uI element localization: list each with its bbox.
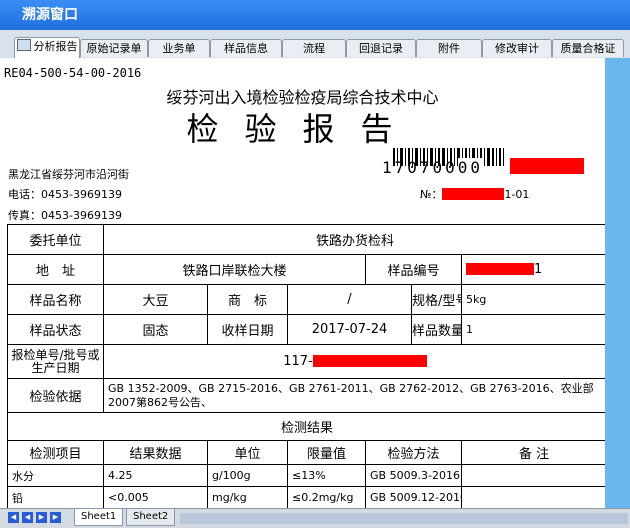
- report-title: 检验报告: [186, 110, 419, 148]
- tab-rollback-records[interactable]: 回退记录: [346, 39, 416, 57]
- sheet-bar: ◀ ◀ ▶ ▶ Sheet1 Sheet2: [0, 508, 630, 528]
- prev-sheet-button[interactable]: ◀: [22, 512, 33, 523]
- report-code: RE04-500-54-00-2016: [4, 66, 142, 80]
- results-header: 检测结果: [6, 412, 605, 441]
- tab-business-form[interactable]: 业务单: [148, 39, 210, 57]
- tab-modify-audit[interactable]: 修改审计: [482, 39, 552, 57]
- tab-bar: 分析报告 原始记录单 业务单 样品信息 流程 回退记录 附件 修改审计 质量合格…: [0, 30, 630, 59]
- column-header: 限量值: [287, 440, 366, 465]
- side-panel: [605, 58, 630, 508]
- redaction-inspection-no: [312, 355, 427, 367]
- table-row: 样品名称 大豆 商 标 / 规格/型号 5kg: [7, 284, 605, 315]
- table-row: 铅 <0.005 mg/kg ≤0.2mg/kg GB 5009.12-2010: [7, 486, 605, 508]
- sample-qty-value: 1: [460, 314, 605, 345]
- table-row: 检测结果: [6, 412, 605, 441]
- last-sheet-button[interactable]: ▶: [50, 512, 61, 523]
- report-icon: [16, 39, 31, 51]
- result-cell: g/100g: [207, 464, 288, 487]
- next-sheet-button[interactable]: ▶: [36, 512, 47, 523]
- address-label: 地 址: [7, 254, 104, 285]
- column-header: 备 注: [460, 440, 605, 465]
- result-cell: 4.25: [103, 464, 208, 487]
- column-header: 检测项目: [7, 440, 104, 465]
- result-cell: ≤13%: [287, 464, 366, 487]
- trademark-label: 商 标: [207, 284, 288, 315]
- table-row: 样品状态 固态 收样日期 2017-07-24 样品数量 1: [7, 314, 605, 345]
- column-header: 单位: [207, 440, 288, 465]
- sample-no-label: 样品编号: [365, 254, 462, 285]
- receive-date-value: 2017-07-24: [287, 314, 412, 345]
- result-cell: [460, 486, 605, 508]
- table-row: 委托单位 铁路办货检科: [7, 224, 605, 255]
- sample-name-value: 大豆: [103, 284, 208, 315]
- sample-qty-label: 样品数量: [411, 314, 462, 345]
- tab-sample-info[interactable]: 样品信息: [210, 39, 282, 57]
- report-table: 委托单位 铁路办货检科 地 址 铁路口岸联检大楼 样品编号 1 样品名称 大豆 …: [6, 224, 605, 508]
- tab-quality-certificate[interactable]: 质量合格证: [552, 39, 624, 57]
- window-title: 溯源窗口: [22, 7, 78, 23]
- client-value: 铁路办货检科: [102, 224, 605, 255]
- redaction-report-number: [442, 188, 505, 200]
- window-titlebar: 溯源窗口: [0, 0, 630, 30]
- result-cell: [460, 464, 605, 487]
- first-sheet-button[interactable]: ◀: [8, 512, 19, 523]
- tab-attachments[interactable]: 附件: [416, 39, 482, 57]
- result-cell: mg/kg: [207, 486, 288, 508]
- basis-value: GB 1352-2009、GB 2715-2016、GB 2761-2011、G…: [102, 378, 605, 413]
- tab-raw-records[interactable]: 原始记录单: [80, 39, 148, 57]
- table-row: 地 址 铁路口岸联检大楼 样品编号 1: [7, 254, 605, 285]
- inspection-no-label: 报检单号/批号或生产日期: [7, 344, 104, 379]
- tab-process[interactable]: 流程: [282, 39, 346, 57]
- result-cell: GB 5009.3-2016: [365, 464, 462, 487]
- result-cell: ≤0.2mg/kg: [287, 486, 366, 508]
- horizontal-scrollbar[interactable]: [180, 513, 628, 524]
- result-cell: <0.005: [103, 486, 208, 508]
- result-cell: 铅: [7, 486, 104, 508]
- column-header: 检验方法: [365, 440, 462, 465]
- client-label: 委托单位: [7, 224, 104, 255]
- spec-label: 规格/型号: [411, 284, 462, 315]
- sheet-tab-2[interactable]: Sheet2: [126, 509, 176, 526]
- table-row: 检验依据 GB 1352-2009、GB 2715-2016、GB 2761-2…: [7, 378, 605, 413]
- barcode-number: 17070000: [382, 158, 484, 177]
- table-row: 检测项目 结果数据 单位 限量值 检验方法 备 注: [7, 440, 605, 465]
- result-cell: 水分: [7, 464, 104, 487]
- fax-line: 传真：0453-3969139: [8, 209, 122, 222]
- sheet-tab-1[interactable]: Sheet1: [74, 509, 124, 526]
- sample-state-value: 固态: [103, 314, 208, 345]
- basis-label: 检验依据: [7, 378, 104, 413]
- tab-analysis-report[interactable]: 分析报告: [14, 37, 80, 58]
- sample-no-cell: 1: [460, 254, 605, 285]
- report-sheet: RE04-500-54-00-2016 绥芬河出入境检验检疫局综合技术中心 检验…: [0, 58, 605, 508]
- table-row: 水分 4.25 g/100g ≤13% GB 5009.3-2016: [7, 464, 605, 487]
- phone-line: 电话：0453-3969139: [8, 188, 122, 201]
- redaction-barcode: [510, 158, 584, 174]
- address-value: 铁路口岸联检大楼: [103, 254, 366, 285]
- result-cell: GB 5009.12-2010: [365, 486, 462, 508]
- spec-value: 5kg: [460, 284, 605, 315]
- address-line: 黑龙江省绥芬河市沿河街: [8, 168, 129, 181]
- sample-state-label: 样品状态: [7, 314, 104, 345]
- sample-name-label: 样品名称: [7, 284, 104, 315]
- inspection-no-cell: 117-: [102, 344, 605, 379]
- table-row: 报检单号/批号或生产日期 117-: [7, 344, 605, 379]
- redaction-sample-no: [466, 263, 534, 275]
- trademark-value: /: [287, 284, 412, 315]
- report-number: №： 1-01: [420, 188, 530, 201]
- column-header: 结果数据: [103, 440, 208, 465]
- receive-date-label: 收样日期: [207, 314, 288, 345]
